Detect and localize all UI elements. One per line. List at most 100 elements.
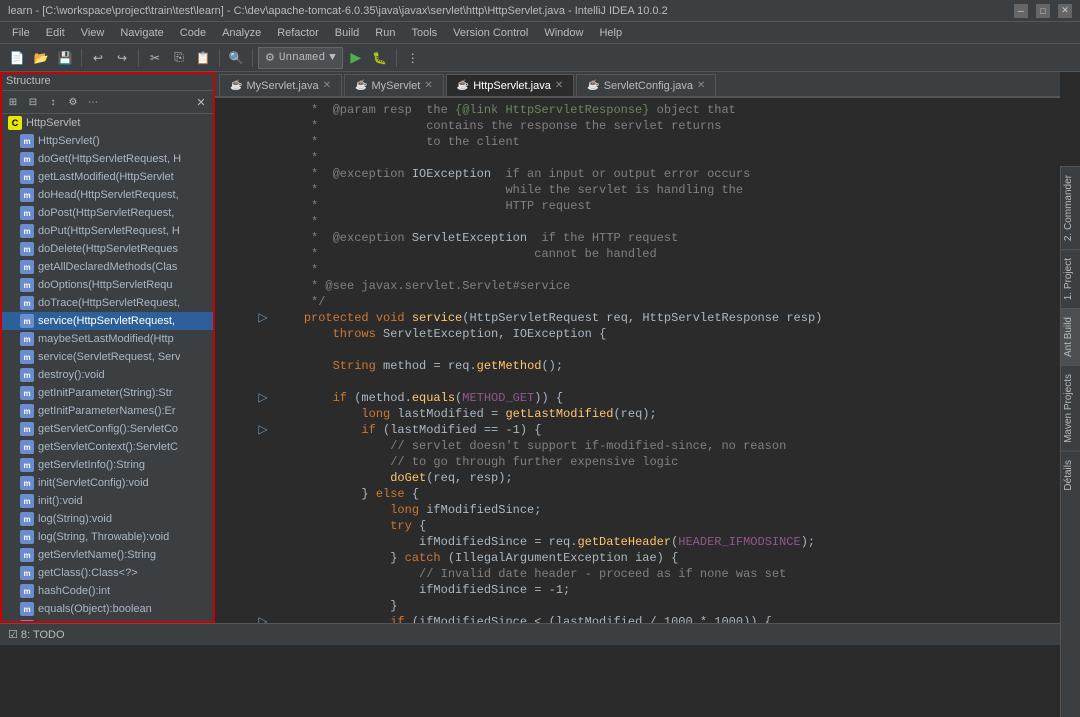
tree-item-8[interactable]: mdoOptions(HttpServletRequ [0,276,214,294]
tree-item-18[interactable]: mgetServletInfo():String [0,456,214,474]
copy-button[interactable]: ⎘ [168,47,190,69]
tab-myservlet[interactable]: ☕ MyServlet ✕ [344,74,444,96]
method-icon-16: m [20,422,34,436]
settings-button[interactable]: ⋯ [84,93,102,111]
menubar: FileEditViewNavigateCodeAnalyzeRefactorB… [0,22,1080,44]
menu-item-tools[interactable]: Tools [403,25,445,41]
right-tab-ant-build[interactable]: Ant Build [1061,308,1080,365]
tree-item-25[interactable]: mhashCode():int [0,582,214,600]
undo-button[interactable]: ↩ [87,47,109,69]
tree-item-17[interactable]: mgetServletContext():ServletC [0,438,214,456]
more-button[interactable]: ⋮ [402,47,424,69]
cut-button[interactable]: ✂ [144,47,166,69]
tree-item-13[interactable]: mdestroy():void [0,366,214,384]
tab-label-3: HttpServlet.java [473,80,551,92]
run-button[interactable]: ▶ [345,47,367,69]
menu-item-code[interactable]: Code [172,25,214,41]
close-panel-button[interactable]: ✕ [192,93,210,111]
tab-servletconfig-java[interactable]: ☕ ServletConfig.java ✕ [576,74,716,96]
expand-all-button[interactable]: ⊞ [4,93,22,111]
close-tab-4[interactable]: ✕ [697,80,705,91]
right-tab-maven[interactable]: Maven Projects [1061,365,1080,451]
find-button[interactable]: 🔍 [225,47,247,69]
redo-button[interactable]: ↪ [111,47,133,69]
code-line: // to go through further expensive logic [215,454,1060,470]
code-line: ▷ if (method.equals(METHOD_GET)) { [215,390,1060,406]
sort-button[interactable]: ↕ [44,93,62,111]
code-editor[interactable]: * @param resp the {@link HttpServletResp… [215,98,1060,623]
menu-item-navigate[interactable]: Navigate [112,25,171,41]
gutter-marker: ▷ [255,310,271,326]
tree-item-22[interactable]: mlog(String, Throwable):void [0,528,214,546]
menu-item-file[interactable]: File [4,25,38,41]
right-tab-commander[interactable]: 2. Commander [1061,166,1080,249]
tree-item-7[interactable]: mgetAllDeclaredMethods(Clas [0,258,214,276]
tree-item-19[interactable]: minit(ServletConfig):void [0,474,214,492]
menu-item-view[interactable]: View [73,25,113,41]
code-line: * HTTP request [215,198,1060,214]
tree-item-4[interactable]: mdoPost(HttpServletRequest, [0,204,214,222]
debug-button[interactable]: 🐛 [369,47,391,69]
menu-item-analyze[interactable]: Analyze [214,25,269,41]
menu-item-run[interactable]: Run [367,25,403,41]
collapse-all-button[interactable]: ⊟ [24,93,42,111]
tree-item-0[interactable]: mHttpServlet() [0,132,214,150]
menu-item-refactor[interactable]: Refactor [269,25,327,41]
tree-item-23[interactable]: mgetServletName():String [0,546,214,564]
todo-indicator[interactable]: ☑ 8: TODO [8,628,65,641]
tree-item-3[interactable]: mdoHead(HttpServletRequest, [0,186,214,204]
tree-item-label-21: log(String):void [38,513,112,525]
tree-item-11[interactable]: mmaybeSetLastModified(Http [0,330,214,348]
method-icon-23: m [20,548,34,562]
tree-item-6[interactable]: mdoDelete(HttpServletReques [0,240,214,258]
tree-item-2[interactable]: mgetLastModified(HttpServlet [0,168,214,186]
tree-item-1[interactable]: mdoGet(HttpServletRequest, H [0,150,214,168]
menu-item-window[interactable]: Window [536,25,591,41]
tree-item-21[interactable]: mlog(String):void [0,510,214,528]
tree-item-10[interactable]: mservice(HttpServletRequest, [0,312,214,330]
tree-item-24[interactable]: mgetClass():Class<?> [0,564,214,582]
maximize-button[interactable]: □ [1036,4,1050,18]
run-config-selector[interactable]: ⚙ Unnamed ▼ [258,47,343,69]
save-button[interactable]: 💾 [54,47,76,69]
code-content: * @exception ServletException if the HTT… [271,230,1060,246]
right-tab-details[interactable]: Détails [1061,451,1080,499]
tree-item-5[interactable]: mdoPut(HttpServletRequest, H [0,222,214,240]
minimize-button[interactable]: ─ [1014,4,1028,18]
tree-item-label-27: clone():Object [38,621,106,623]
tree-item-label-4: doPost(HttpServletRequest, [38,207,174,219]
tree-item-9[interactable]: mdoTrace(HttpServletRequest, [0,294,214,312]
tab-httpservlet-java[interactable]: ☕ HttpServlet.java ✕ [446,74,575,96]
filter-button[interactable]: ⚙ [64,93,82,111]
tree-root-httpservlet[interactable]: C HttpServlet [0,114,214,132]
method-icon-11: m [20,332,34,346]
close-button[interactable]: ✕ [1058,4,1072,18]
tree-item-27[interactable]: mclone():Object [0,618,214,623]
close-tab-1[interactable]: ✕ [323,80,331,91]
tree-item-12[interactable]: mservice(ServletRequest, Serv [0,348,214,366]
new-button[interactable]: 📄 [6,47,28,69]
code-content: * [271,150,1060,166]
java-icon-2: ☕ [355,80,367,91]
open-button[interactable]: 📂 [30,47,52,69]
close-tab-3[interactable]: ✕ [555,80,563,91]
tree-item-16[interactable]: mgetServletConfig():ServletCo [0,420,214,438]
tree-item-14[interactable]: mgetInitParameter(String):Str [0,384,214,402]
tree-item-15[interactable]: mgetInitParameterNames():Er [0,402,214,420]
code-content: } [271,598,1060,614]
menu-item-build[interactable]: Build [327,25,367,41]
method-icon-8: m [20,278,34,292]
menu-item-edit[interactable]: Edit [38,25,73,41]
tab-myservlet-java[interactable]: ☕ MyServlet.java ✕ [219,74,342,96]
code-line: // servlet doesn't support if-modified-s… [215,438,1060,454]
tree-item-26[interactable]: mequals(Object):boolean [0,600,214,618]
menu-item-help[interactable]: Help [591,25,630,41]
java-icon-1: ☕ [230,80,242,91]
tree-item-20[interactable]: minit():void [0,492,214,510]
menu-item-version control[interactable]: Version Control [445,25,536,41]
toolbar-sep-2 [138,49,139,67]
paste-button[interactable]: 📋 [192,47,214,69]
right-tab-project[interactable]: 1. Project [1061,249,1080,308]
method-icon-2: m [20,170,34,184]
close-tab-2[interactable]: ✕ [424,80,432,91]
